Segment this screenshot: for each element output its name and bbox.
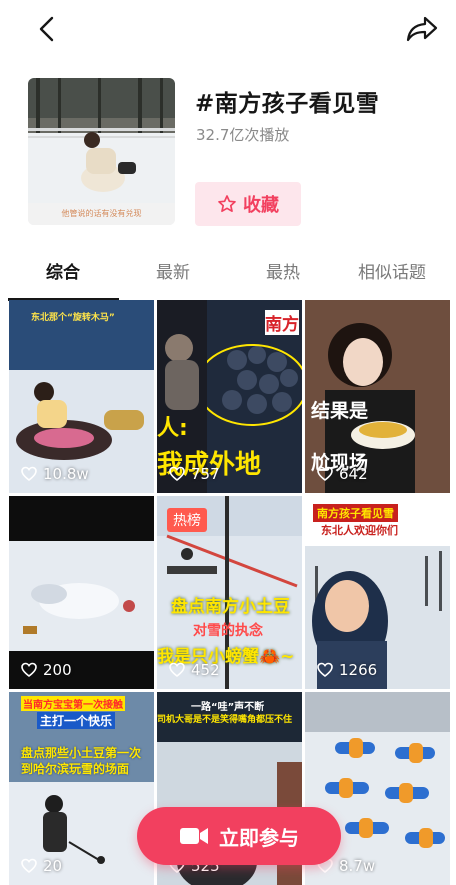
topic-cover-image: 他管说的话有没有兑现 — [28, 78, 175, 225]
like-count: 20 — [21, 857, 62, 875]
tab-comprehensive[interactable]: 综合 — [46, 255, 80, 291]
like-count: 642 — [317, 465, 368, 483]
video-caption: 东北那个“旋转木马” — [31, 313, 115, 323]
play-count: 32.7亿次播放 — [196, 126, 290, 144]
tab-similar-topics[interactable]: 相似话题 — [358, 255, 426, 291]
topic-title: #南方孩子看见雪 — [195, 91, 380, 117]
video-caption-sub: 东北人欢迎你们 — [321, 524, 398, 537]
video-grid: 东北那个“旋转木马” 10.8w 南方 人: 我成外地 757 结果是 尬现场 … — [9, 300, 450, 885]
heart-icon — [21, 466, 37, 482]
video-caption-top: 南方 — [265, 310, 299, 335]
video-caption-sub: 主打一个快乐 — [37, 712, 116, 729]
like-count-value: 10.8w — [43, 465, 89, 483]
video-card[interactable]: 200 — [9, 496, 154, 689]
favorite-label: 收藏 — [243, 195, 279, 216]
video-card[interactable]: 当南方宝宝第一次接触 主打一个快乐 盘点那些小土豆第一次 到哈尔滨玩雪的场面 2… — [9, 692, 154, 885]
heart-icon — [317, 466, 333, 482]
back-arrow-icon[interactable] — [30, 12, 64, 46]
tab-bar: 综合 最新 最热 相似话题 — [0, 255, 456, 301]
heart-icon — [317, 662, 333, 678]
join-now-label: 立即参与 — [219, 825, 299, 850]
like-count-value: 8.7w — [339, 857, 376, 875]
join-now-button[interactable]: 立即参与 — [137, 807, 341, 865]
like-count: 452 — [169, 661, 220, 679]
video-caption-sub: 司机大哥是不是笑得嘴角都压不住 — [157, 715, 293, 725]
heart-icon — [21, 662, 37, 678]
star-icon — [218, 195, 236, 213]
share-icon[interactable] — [404, 13, 440, 45]
like-count: 10.8w — [21, 465, 89, 483]
video-caption-side: 人: — [157, 416, 188, 441]
video-card[interactable]: 热榜 盘点南方小土豆 对雪的执念 我是只小螃蟹🦀~ 452 — [157, 496, 302, 689]
video-caption: 盘点南方小土豆 — [171, 597, 290, 617]
hot-list-badge: 热榜 — [167, 508, 207, 532]
video-caption-line2: 到哈尔滨玩雪的场面 — [21, 762, 130, 776]
like-count: 757 — [169, 465, 220, 483]
video-caption-sub: 对雪的执念 — [193, 623, 263, 639]
video-caption: 一路“哇”声不断 — [191, 702, 265, 713]
like-count-value: 757 — [191, 465, 220, 483]
video-caption: 南方孩子看见雪 — [313, 504, 398, 522]
like-count-value: 1266 — [339, 661, 378, 679]
cover-caption: 他管说的话有没有兑现 — [28, 203, 175, 225]
video-caption-line1: 盘点那些小土豆第一次 — [21, 746, 142, 760]
like-count: 1266 — [317, 661, 377, 679]
video-caption: 结果是 — [311, 400, 369, 422]
heart-icon — [21, 858, 37, 874]
video-caption: 当南方宝宝第一次接触 — [21, 696, 125, 711]
like-count-value: 642 — [339, 465, 368, 483]
like-count-value: 20 — [43, 857, 63, 875]
favorite-button[interactable]: 收藏 — [195, 182, 301, 226]
top-bar — [0, 0, 456, 56]
video-card[interactable]: 结果是 尬现场 642 — [305, 300, 450, 493]
heart-icon — [169, 662, 185, 678]
heart-icon — [169, 466, 185, 482]
like-count-value: 452 — [191, 661, 220, 679]
like-count: 200 — [21, 661, 72, 679]
video-card[interactable]: 南方孩子看见雪 东北人欢迎你们 1266 — [305, 496, 450, 689]
tab-latest[interactable]: 最新 — [156, 255, 190, 291]
video-camera-icon — [180, 828, 208, 844]
video-card[interactable]: 东北那个“旋转木马” 10.8w — [9, 300, 154, 493]
video-card[interactable]: 南方 人: 我成外地 757 — [157, 300, 302, 493]
like-count-value: 200 — [43, 661, 72, 679]
tab-hottest[interactable]: 最热 — [266, 255, 300, 291]
